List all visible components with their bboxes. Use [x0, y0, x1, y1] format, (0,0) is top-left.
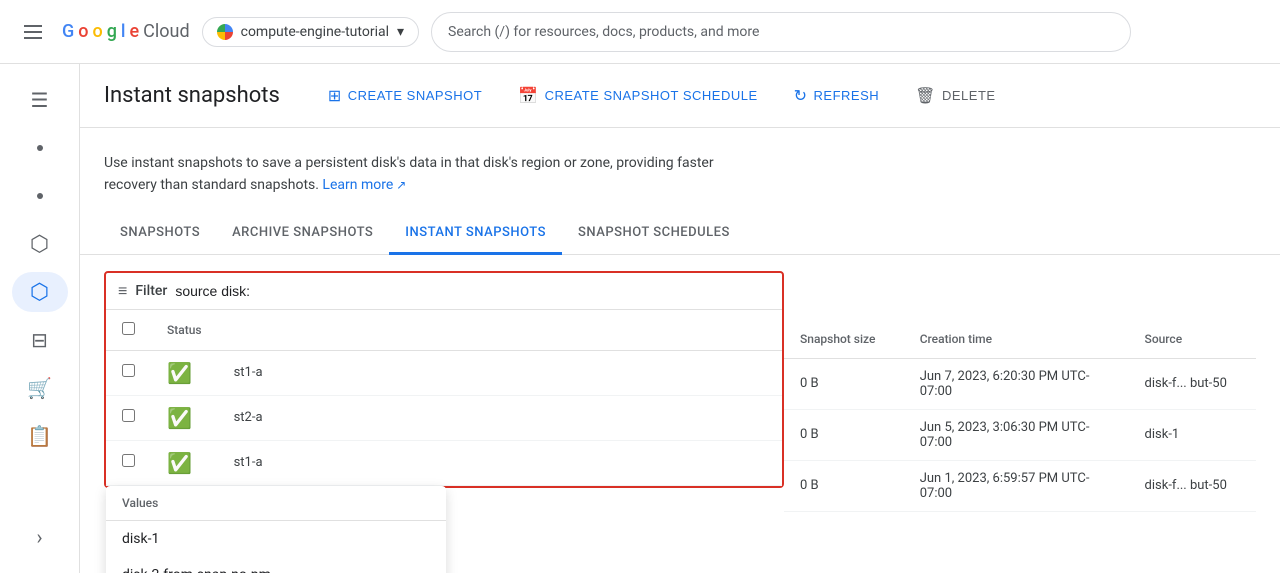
- row-checkbox-1[interactable]: [122, 364, 135, 377]
- nav-dot-2: [37, 193, 43, 199]
- dropdown-item-1[interactable]: disk-2-from-snap-no-pm: [106, 557, 446, 573]
- table-area: ≡ Filter Status: [80, 255, 1280, 528]
- dropdown-header: Values: [106, 486, 446, 521]
- row-checkbox-cell-3: [106, 440, 151, 485]
- time-cell-3: Jun 1, 2023, 6:59:57 PM UTC-07:00: [904, 460, 1129, 511]
- row-checkbox-cell-2: [106, 395, 151, 440]
- sidebar-item-expand[interactable]: ›: [12, 517, 68, 557]
- th-status[interactable]: Status: [151, 310, 218, 351]
- expand-icon: ›: [36, 525, 42, 549]
- create-snapshot-schedule-button[interactable]: 📅 CREATE SNAPSHOT SCHEDULE: [502, 78, 773, 114]
- filter-label: Filter: [135, 283, 167, 299]
- page-title: Instant snapshots: [104, 83, 280, 108]
- status-ok-icon-1: ✅: [167, 361, 192, 385]
- size-cell-2: 0 B: [784, 409, 904, 460]
- status-ok-icon-2: ✅: [167, 406, 192, 430]
- time-cell-2: Jun 5, 2023, 3:06:30 PM UTC-07:00: [904, 409, 1129, 460]
- chevron-down-icon: ▾: [397, 24, 404, 40]
- location-cell-2: st2-a: [218, 395, 782, 440]
- table-row: 0 B Jun 1, 2023, 6:59:57 PM UTC-07:00 di…: [784, 460, 1256, 511]
- filter-dropdown: Values disk-1 disk-2-from-snap-no-pm dis…: [106, 486, 446, 573]
- search-bar[interactable]: Search (/) for resources, docs, products…: [431, 12, 1131, 52]
- tab-archive-snapshots[interactable]: ARCHIVE SNAPSHOTS: [216, 213, 389, 255]
- top-navigation: Google Cloud compute-engine-tutorial ▾ S…: [0, 0, 1280, 64]
- page-header: Instant snapshots ⊞ CREATE SNAPSHOT 📅 CR…: [80, 64, 1280, 128]
- calendar-icon: 📅: [518, 86, 538, 106]
- table-row: ✅ st2-a: [106, 395, 782, 440]
- table-row: ✅ st1-a: [106, 350, 782, 395]
- th-checkbox: [106, 310, 151, 351]
- filter-icon: ≡: [118, 281, 127, 301]
- location-cell-3: st1-a: [218, 440, 782, 485]
- select-all-checkbox[interactable]: [122, 322, 135, 335]
- project-color-icon: [217, 24, 233, 40]
- nav-dot-1: [37, 145, 43, 151]
- main-content: Instant snapshots ⊞ CREATE SNAPSHOT 📅 CR…: [80, 64, 1280, 573]
- location-cell-1: st1-a: [218, 350, 782, 395]
- database-icon: ⊟: [31, 328, 48, 352]
- refresh-icon: ↻: [794, 86, 808, 106]
- create-snapshot-icon: ⊞: [328, 86, 342, 106]
- size-cell-3: 0 B: [784, 460, 904, 511]
- sidebar-item-compute[interactable]: ⬡: [12, 272, 68, 312]
- search-placeholder: Search (/) for resources, docs, products…: [448, 24, 759, 40]
- sidebar-item-dot2[interactable]: [12, 176, 68, 216]
- project-name: compute-engine-tutorial: [241, 24, 389, 40]
- filter-input[interactable]: [175, 283, 770, 299]
- table-row: ✅ st1-a: [106, 440, 782, 485]
- dropdown-item-0[interactable]: disk-1: [106, 521, 446, 557]
- th-name[interactable]: [218, 310, 782, 351]
- tab-snapshot-schedules[interactable]: SNAPSHOT SCHEDULES: [562, 213, 746, 255]
- notes-icon: 📋: [27, 424, 52, 448]
- th-snapshot-size[interactable]: Snapshot size: [784, 320, 904, 359]
- tab-instant-snapshots[interactable]: INSTANT SNAPSHOTS: [389, 213, 562, 255]
- description-area: Use instant snapshots to save a persiste…: [80, 128, 780, 213]
- status-cell-1: ✅: [151, 350, 218, 395]
- cart-icon: 🛒: [27, 376, 52, 400]
- compute-icon: ⬡: [30, 280, 49, 305]
- table-row: 0 B Jun 7, 2023, 6:20:30 PM UTC-07:00 di…: [784, 358, 1256, 409]
- size-cell-1: 0 B: [784, 358, 904, 409]
- row-checkbox-2[interactable]: [122, 409, 135, 422]
- th-creation-time[interactable]: Creation time: [904, 320, 1129, 359]
- row-checkbox-cell: [106, 350, 151, 395]
- project-selector[interactable]: compute-engine-tutorial ▾: [202, 17, 419, 47]
- time-cell-1: Jun 7, 2023, 6:20:30 PM UTC-07:00: [904, 358, 1129, 409]
- filter-container: ≡ Filter Status: [104, 271, 784, 488]
- google-cloud-logo: Google Cloud: [62, 21, 190, 42]
- table-row: 0 B Jun 5, 2023, 3:06:30 PM UTC-07:00 di…: [784, 409, 1256, 460]
- source-cell-2: disk-1: [1129, 409, 1256, 460]
- status-ok-icon-3: ✅: [167, 451, 192, 475]
- source-cell-1: disk-f... but-50: [1129, 358, 1256, 409]
- extra-columns: Snapshot size Creation time Source 0 B J…: [784, 320, 1256, 512]
- source-cell-3: disk-f... but-50: [1129, 460, 1256, 511]
- sidebar-item-storage[interactable]: ⬡: [12, 224, 68, 264]
- row-checkbox-3[interactable]: [122, 454, 135, 467]
- refresh-button[interactable]: ↻ REFRESH: [778, 78, 896, 114]
- storage-icon: ⬡: [30, 232, 49, 257]
- learn-more-link[interactable]: Learn more ↗: [322, 174, 406, 196]
- th-source[interactable]: Source: [1129, 320, 1256, 359]
- sidebar-item-database[interactable]: ⊟: [12, 320, 68, 360]
- sidebar-item-marketplace[interactable]: 🛒: [12, 368, 68, 408]
- delete-icon: 🗑: [915, 86, 936, 106]
- sidebar: ☰ ⬡ ⬡ ⊟ 🛒 📋 ›: [0, 64, 80, 573]
- status-cell-2: ✅: [151, 395, 218, 440]
- external-link-icon: ↗: [396, 176, 406, 195]
- full-data-table: Snapshot size Creation time Source 0 B J…: [784, 320, 1256, 512]
- header-actions: ⊞ CREATE SNAPSHOT 📅 CREATE SNAPSHOT SCHE…: [312, 78, 1012, 114]
- delete-button[interactable]: 🗑 DELETE: [899, 78, 1011, 114]
- filter-bar: ≡ Filter: [106, 273, 782, 310]
- sidebar-item-menu[interactable]: ☰: [12, 80, 68, 120]
- sidebar-item-notes[interactable]: 📋: [12, 416, 68, 456]
- snapshot-table: Status ✅: [106, 310, 782, 486]
- create-snapshot-button[interactable]: ⊞ CREATE SNAPSHOT: [312, 78, 498, 114]
- description-text: Use instant snapshots to save a persiste…: [104, 155, 714, 193]
- sidebar-item-dot1[interactable]: [12, 128, 68, 168]
- hamburger-menu[interactable]: [16, 17, 50, 47]
- tab-snapshots[interactable]: SNAPSHOTS: [104, 213, 216, 255]
- menu-icon: ☰: [31, 88, 49, 112]
- tabs-bar: SNAPSHOTS ARCHIVE SNAPSHOTS INSTANT SNAP…: [80, 213, 1280, 255]
- status-cell-3: ✅: [151, 440, 218, 485]
